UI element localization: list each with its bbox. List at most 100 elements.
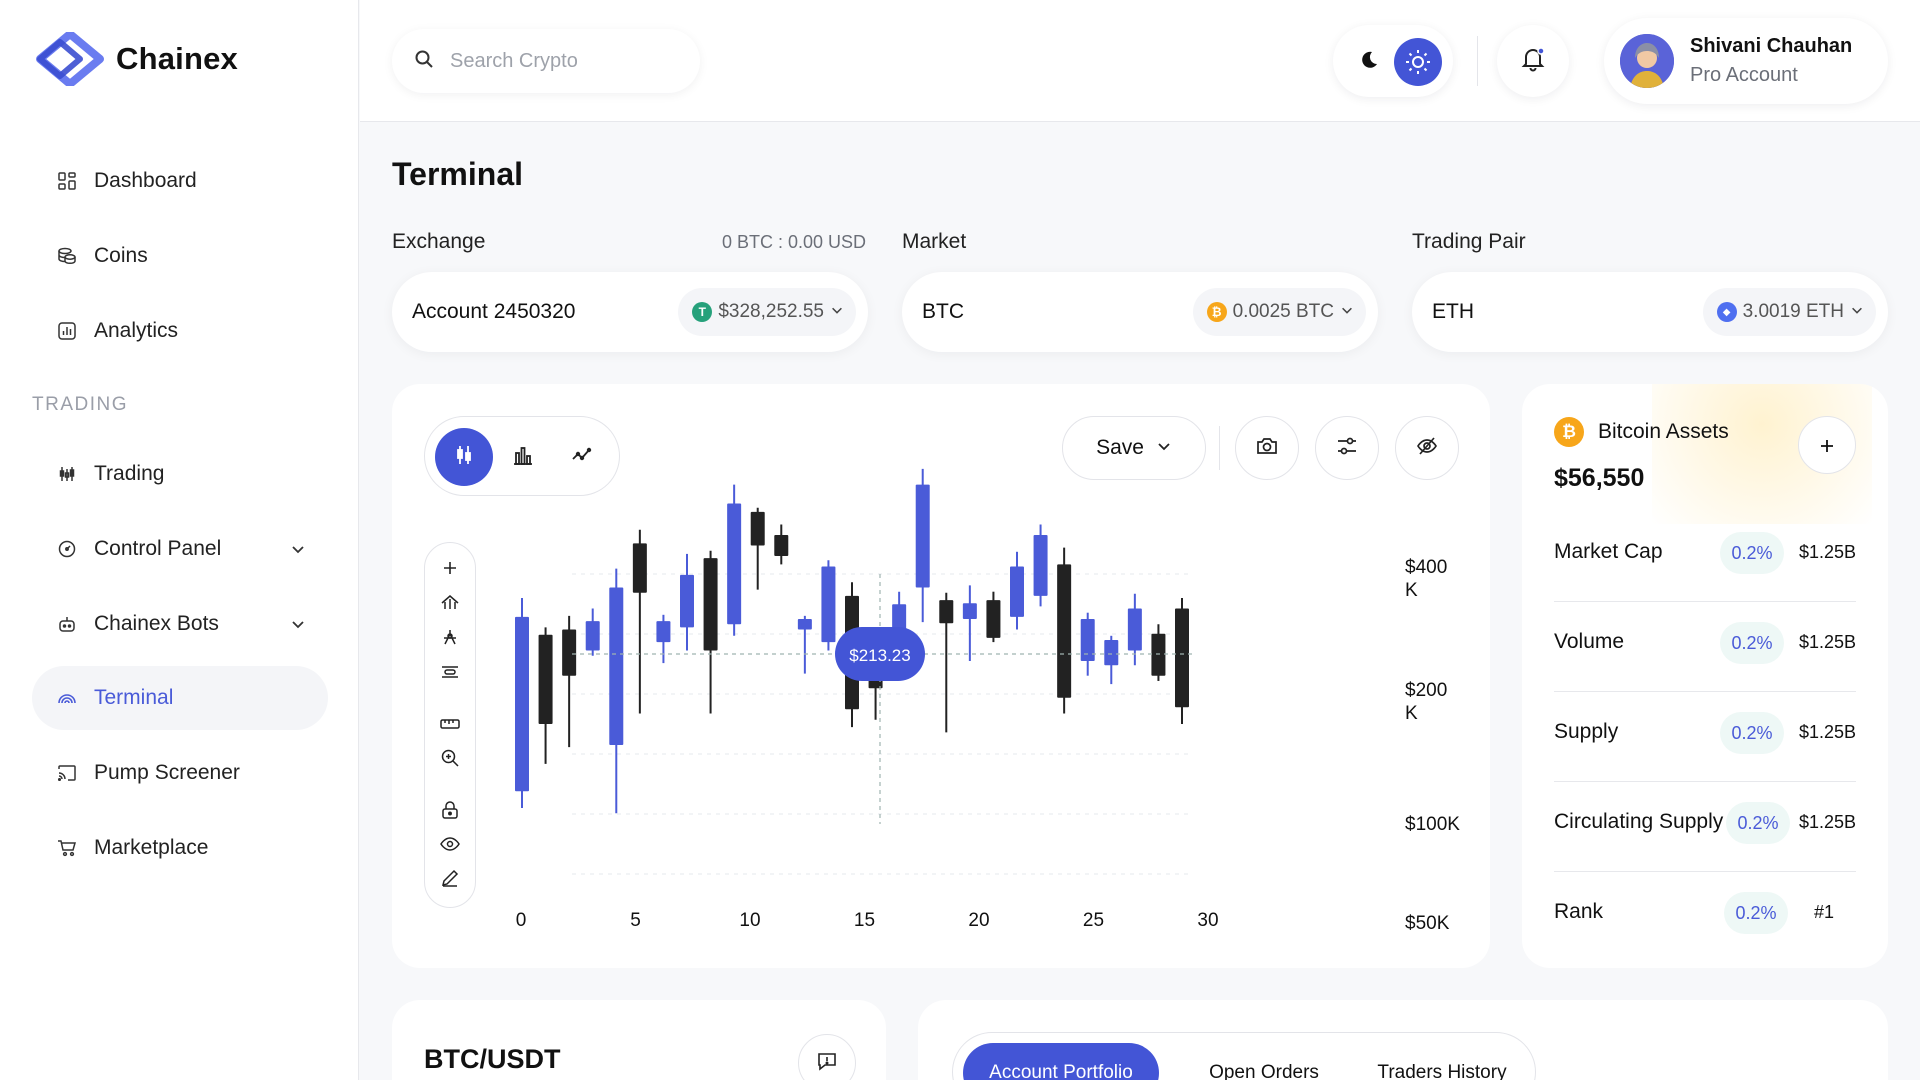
asset-row-market-cap: Market Cap 0.2% $1.25B	[1554, 512, 1856, 602]
tab-traders-history[interactable]: Traders History	[1357, 1043, 1527, 1080]
exchange-label: Exchange	[392, 230, 486, 253]
terminal-icon	[56, 687, 78, 709]
sidebar: Chainex Dashboard Coins Analytics TRADIN…	[0, 0, 359, 1080]
coins-icon	[56, 245, 78, 267]
tab-open-orders[interactable]: Open Orders	[1179, 1043, 1349, 1080]
add-asset-button[interactable]	[1798, 416, 1856, 474]
pair-card: BTC/USDT	[392, 1000, 886, 1080]
asset-row-label: Circulating Supply	[1554, 810, 1724, 833]
sidebar-item-analytics[interactable]: Analytics	[32, 299, 328, 363]
chevron-down-icon[interactable]	[290, 539, 306, 563]
y-tick-label: $200 K	[1405, 680, 1447, 724]
candle-body	[538, 634, 553, 724]
sidebar-item-chainex-bots[interactable]: Chainex Bots	[32, 592, 328, 656]
candle-body	[797, 619, 812, 630]
notifications-button[interactable]	[1497, 25, 1569, 97]
market-label: Market	[902, 230, 967, 253]
sidebar-item-label: Analytics	[94, 319, 179, 342]
market-selector[interactable]: BTC ₿ 0.0025 BTC	[902, 272, 1378, 352]
asset-row-change: 0.2%	[1724, 892, 1788, 934]
market-amount-dropdown[interactable]: ₿ 0.0025 BTC	[1192, 288, 1366, 336]
sidebar-item-terminal[interactable]: Terminal	[32, 666, 328, 730]
exchange-amount-dropdown[interactable]: T $328,252.55	[678, 288, 856, 336]
asset-row-change: 0.2%	[1726, 802, 1790, 844]
search-box[interactable]	[392, 29, 700, 93]
candle-body	[562, 629, 577, 676]
sidebar-item-marketplace[interactable]: Marketplace	[32, 816, 328, 880]
y-tick-label: $400 K	[1405, 557, 1447, 601]
analytics-icon	[56, 320, 78, 342]
asset-row-change: 0.2%	[1720, 532, 1784, 574]
user-role: Pro Account	[1690, 64, 1798, 86]
candle-body	[609, 587, 624, 745]
section-label-trading: TRADING	[32, 394, 128, 415]
asset-row-label: Rank	[1554, 900, 1604, 923]
user-profile[interactable]: Shivani Chauhan Pro Account	[1604, 18, 1888, 104]
candle-body	[703, 558, 718, 651]
bell-icon	[1519, 45, 1547, 78]
candle-body	[1080, 619, 1095, 661]
trading-pair-selector[interactable]: ETH ◆ 3.0019 ETH	[1412, 272, 1888, 352]
bot-icon	[56, 613, 78, 635]
candle-body	[1057, 564, 1072, 698]
assets-value: $56,550	[1554, 464, 1645, 492]
asset-row-change: 0.2%	[1720, 622, 1784, 664]
bitcoin-icon: ₿	[1206, 302, 1227, 322]
moon-icon[interactable]	[1357, 49, 1379, 76]
asset-row-label: Supply	[1554, 720, 1619, 743]
sidebar-item-control-panel[interactable]: Control Panel	[32, 517, 328, 581]
sidebar-item-coins[interactable]: Coins	[32, 224, 328, 288]
asset-row-circulating-supply: Circulating Supply 0.2% $1.25B	[1554, 782, 1856, 872]
ethereum-icon: ◆	[1716, 302, 1737, 322]
asset-row-change: 0.2%	[1720, 712, 1784, 754]
x-tick-label: 10	[739, 910, 760, 931]
sidebar-item-label: Control Panel	[94, 537, 222, 560]
search-input[interactable]	[450, 49, 690, 73]
chainex-logo-icon	[36, 32, 104, 86]
asset-row-amount: $1.25B	[1798, 632, 1856, 652]
chevron-down-icon	[830, 301, 844, 323]
candle-body	[939, 600, 954, 624]
candle-body	[680, 574, 694, 628]
chat-button[interactable]	[798, 1034, 856, 1080]
cart-icon	[56, 837, 78, 859]
theme-toggle[interactable]	[1333, 25, 1453, 97]
chevron-down-icon	[1340, 301, 1354, 323]
x-tick-label: 15	[854, 910, 875, 931]
chart-card: Save $213.23 0 5 10 15 20 25 30 $400 K $200 K $100K $…	[392, 384, 1490, 968]
exchange-balance: 0 BTC : 0.00 USD	[722, 232, 867, 252]
sidebar-item-dashboard[interactable]: Dashboard	[32, 149, 328, 213]
asset-row-amount: #1	[1813, 902, 1834, 922]
candlestick-chart[interactable]: $213.23 0 5 10 15 20 25 30 $400 K $200 K $100K $50K	[392, 384, 1490, 968]
top-header: Shivani Chauhan Pro Account	[360, 0, 1920, 122]
exchange-selector[interactable]: Account 2450320 T $328,252.55	[392, 272, 868, 352]
tether-icon: T	[692, 302, 713, 322]
candle-body	[774, 535, 789, 556]
orders-tabs: Account Portfolio Open Orders Traders Hi…	[952, 1032, 1536, 1080]
y-tick-label: $100K	[1405, 814, 1460, 835]
page-title: Terminal	[392, 156, 523, 192]
user-name: Shivani Chauhan	[1690, 35, 1853, 57]
tab-account-portfolio[interactable]: Account Portfolio	[963, 1043, 1159, 1080]
grid-icon	[56, 170, 78, 192]
sidebar-item-trading[interactable]: Trading	[32, 442, 328, 506]
sidebar-item-label: Chainex Bots	[94, 612, 219, 635]
logo[interactable]: Chainex	[34, 32, 238, 86]
x-tick-label: 5	[630, 910, 641, 931]
sidebar-item-pump-screener[interactable]: Pump Screener	[32, 741, 328, 805]
asset-row-rank: Rank 0.2% #1	[1554, 872, 1856, 962]
trading-pair-amount-dropdown[interactable]: ◆ 3.0019 ETH	[1702, 288, 1876, 336]
sun-icon[interactable]	[1394, 38, 1442, 86]
sidebar-item-label: Pump Screener	[94, 761, 240, 784]
trading-pair-amount: 3.0019 ETH	[1742, 301, 1844, 322]
trading-icon	[56, 463, 78, 485]
plus-icon	[1819, 430, 1835, 461]
exchange-account: Account 2450320	[412, 300, 576, 323]
sidebar-item-label: Marketplace	[94, 836, 209, 859]
chevron-down-icon[interactable]	[290, 614, 306, 638]
asset-row-label: Volume	[1554, 630, 1625, 653]
candle-body	[585, 621, 600, 651]
chat-icon	[816, 1050, 838, 1077]
bitcoin-assets-card: ₿ Bitcoin Assets $56,550 Market Cap 0.2%…	[1522, 384, 1888, 968]
control-icon	[56, 538, 78, 560]
